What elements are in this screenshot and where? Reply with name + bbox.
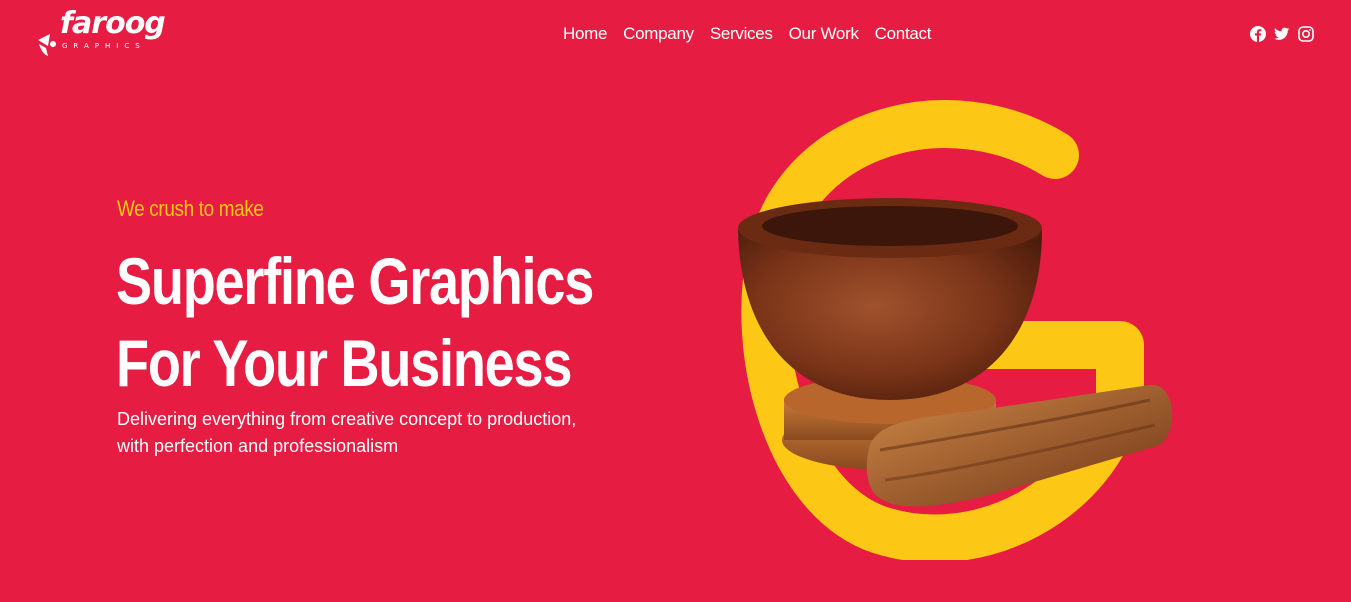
headline-line-1: Superfine Graphics <box>116 244 594 318</box>
nav-our-work[interactable]: Our Work <box>789 24 859 44</box>
twitter-icon[interactable] <box>1274 26 1290 42</box>
subtext-line-1: Delivering everything from creative conc… <box>117 409 577 429</box>
nav-company[interactable]: Company <box>623 24 694 44</box>
mortar-pestle-illustration <box>738 100 1173 560</box>
hero-kicker: We crush to make <box>117 196 264 221</box>
nav-home[interactable]: Home <box>563 24 607 44</box>
logo-tagline: GRAPHICS <box>62 42 146 50</box>
hero-subtext: Delivering everything from creative conc… <box>117 406 677 460</box>
headline-line-2: For Your Business <box>116 326 572 400</box>
instagram-icon[interactable] <box>1298 26 1314 42</box>
social-links <box>1250 26 1314 42</box>
logo-wordmark: faroog <box>60 6 166 41</box>
nav-contact[interactable]: Contact <box>875 24 932 44</box>
subtext-line-2: with perfection and professionalism <box>117 436 399 456</box>
main-nav: Home Company Services Our Work Contact <box>563 24 931 44</box>
nav-services[interactable]: Services <box>710 24 773 44</box>
hero-headline: Superfine Graphics For Your Business <box>116 240 594 404</box>
brand-logo[interactable]: faroog GRAPHICS <box>36 6 196 62</box>
facebook-icon[interactable] <box>1250 26 1266 42</box>
logo-mark-icon <box>38 34 56 56</box>
